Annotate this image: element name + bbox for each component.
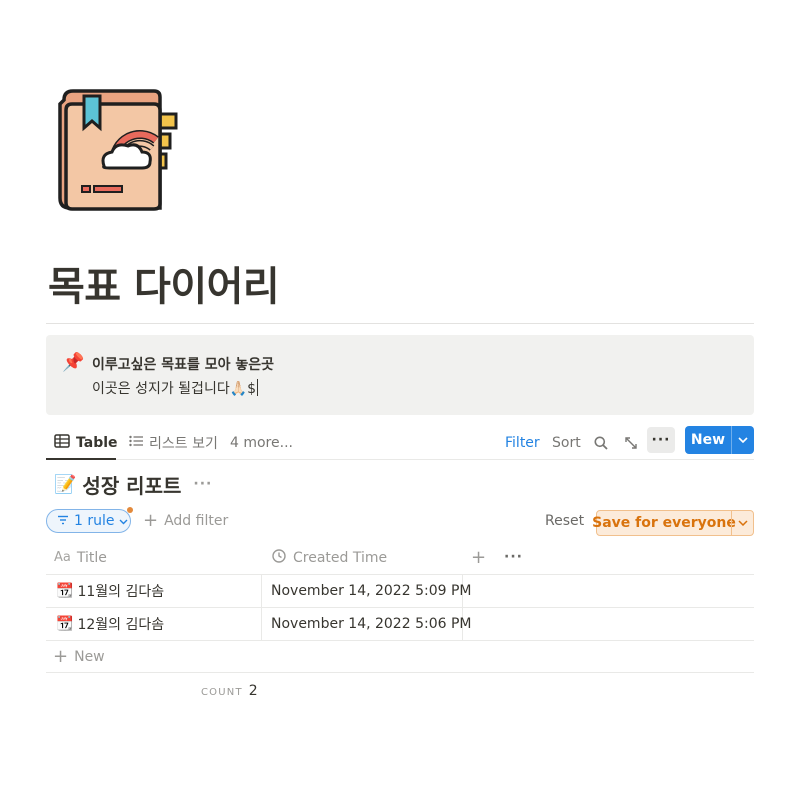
column-header-created-time[interactable]: Created Time bbox=[272, 541, 387, 574]
created-time-cell[interactable]: November 14, 2022 5:09 PM bbox=[262, 575, 471, 607]
column-created-label: Created Time bbox=[293, 549, 388, 566]
memo-icon: 📝 bbox=[54, 473, 77, 495]
sort-button[interactable]: Sort bbox=[552, 432, 581, 454]
new-button-label[interactable]: New bbox=[685, 426, 731, 454]
more-views-button[interactable]: 4 more... bbox=[230, 432, 293, 454]
database-menu-button[interactable]: ··· bbox=[193, 476, 212, 492]
chevron-down-icon[interactable] bbox=[732, 511, 753, 535]
plus-icon: + bbox=[143, 510, 159, 531]
database-table: Aa Title Created Time + ··· 📆 11월의 김다솜 N… bbox=[46, 541, 754, 673]
tab-list-label: 리스트 보기 bbox=[149, 436, 218, 452]
view-more-menu-button[interactable]: ··· bbox=[647, 427, 675, 453]
callout-block[interactable]: 📌 이루고싶은 목표를 모아 놓은곳 이곳은 성지가 될겁니다🙏🏻$ bbox=[46, 335, 754, 415]
column-menu-button[interactable]: ··· bbox=[504, 549, 523, 565]
new-button[interactable]: New bbox=[685, 426, 754, 454]
add-filter-label: Add filter bbox=[164, 513, 229, 529]
database-title[interactable]: 📝 성장 리포트 ··· bbox=[54, 470, 212, 498]
row-count[interactable]: COUNT 2 bbox=[201, 683, 258, 699]
tab-table-label: Table bbox=[76, 435, 118, 451]
count-value: 2 bbox=[248, 683, 258, 699]
row-title: 12월의 김다솜 bbox=[77, 617, 165, 633]
pushpin-icon[interactable]: 📌 bbox=[62, 352, 84, 374]
plus-icon: + bbox=[53, 646, 69, 667]
calendar-icon: 📆 bbox=[56, 583, 74, 599]
title-divider bbox=[46, 323, 754, 324]
table-row[interactable]: 📆 11월의 김다솜 November 14, 2022 5:09 PM bbox=[46, 575, 754, 608]
reset-button[interactable]: Reset bbox=[545, 513, 584, 529]
view-bar: Table 리스트 보기 4 more... Filter Sort ··· N… bbox=[46, 425, 754, 460]
table-icon bbox=[54, 434, 76, 452]
calendar-icon: 📆 bbox=[56, 616, 74, 632]
created-time-cell[interactable]: November 14, 2022 5:06 PM bbox=[262, 608, 471, 640]
column-title-label: Title bbox=[76, 549, 107, 566]
tab-table[interactable]: Table bbox=[54, 432, 118, 454]
title-cell[interactable]: 📆 12월의 김다솜 bbox=[46, 608, 262, 640]
callout-heading[interactable]: 이루고싶은 목표를 모아 놓은곳 bbox=[92, 354, 274, 374]
diary-book-icon bbox=[56, 86, 182, 214]
add-filter-button[interactable]: + Add filter bbox=[143, 511, 228, 531]
unsaved-indicator-dot bbox=[127, 507, 133, 513]
chevron-down-icon bbox=[119, 513, 133, 529]
list-icon bbox=[129, 435, 149, 451]
expand-icon[interactable] bbox=[624, 432, 638, 454]
filter-rule-pill[interactable]: 1 rule bbox=[46, 507, 133, 533]
table-header: Aa Title Created Time + ··· bbox=[46, 541, 754, 575]
text-cursor bbox=[257, 379, 259, 396]
text-type-icon: Aa bbox=[54, 550, 71, 565]
save-for-everyone-label[interactable]: Save for everyone bbox=[592, 511, 736, 535]
row-title: 11월의 김다솜 bbox=[77, 584, 165, 600]
active-tab-underline bbox=[46, 458, 116, 460]
count-label: COUNT bbox=[201, 687, 243, 698]
filter-rule-label: 1 rule bbox=[74, 513, 115, 529]
title-cell[interactable]: 📆 11월의 김다솜 bbox=[46, 575, 262, 607]
clock-icon bbox=[272, 548, 293, 567]
add-row-button[interactable]: + New bbox=[46, 641, 754, 673]
column-header-title[interactable]: Aa Title bbox=[54, 541, 107, 574]
new-row-label: New bbox=[74, 648, 105, 665]
filter-button[interactable]: Filter bbox=[505, 432, 540, 454]
callout-text-content: 이곳은 성지가 될겁니다🙏🏻$ bbox=[92, 381, 257, 397]
page-title[interactable]: 목표 다이어리 bbox=[48, 254, 280, 312]
database-name: 성장 리포트 bbox=[82, 473, 182, 498]
filter-lines-icon bbox=[57, 513, 74, 529]
tab-list-view[interactable]: 리스트 보기 bbox=[129, 432, 218, 454]
chevron-down-icon[interactable] bbox=[732, 426, 754, 454]
add-column-button[interactable]: + bbox=[471, 547, 486, 568]
search-icon[interactable] bbox=[594, 432, 608, 454]
callout-text[interactable]: 이곳은 성지가 될겁니다🙏🏻$ bbox=[92, 378, 259, 398]
table-row[interactable]: 📆 12월의 김다솜 November 14, 2022 5:06 PM bbox=[46, 608, 754, 641]
save-for-everyone-button[interactable]: Save for everyone bbox=[592, 510, 754, 536]
